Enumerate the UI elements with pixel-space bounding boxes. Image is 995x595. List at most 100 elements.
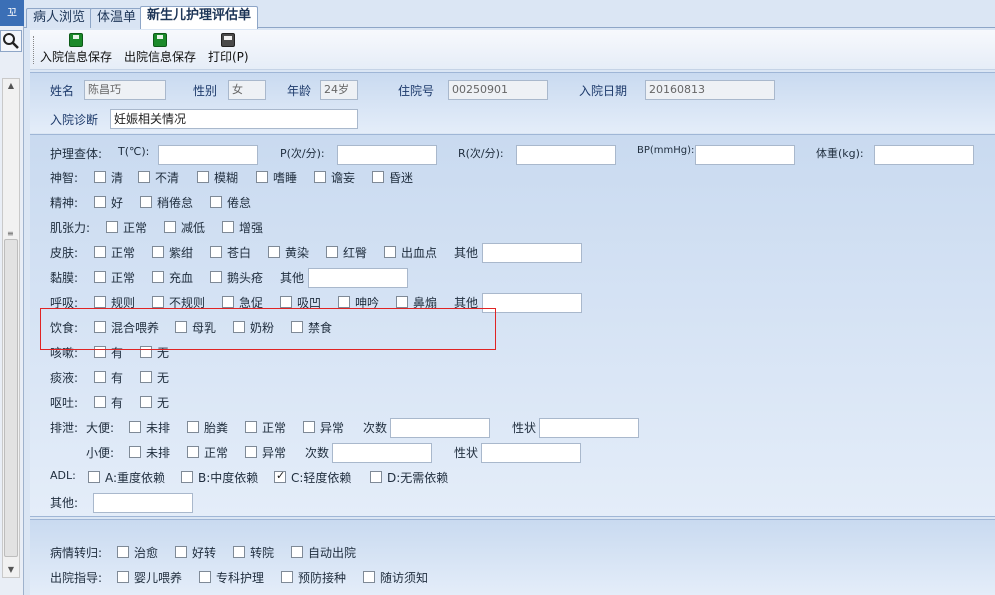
- muscle-increased-checkbox[interactable]: [222, 221, 234, 233]
- breathing-rapid-checkbox[interactable]: [222, 296, 234, 308]
- option-label: 增强: [239, 221, 264, 235]
- stool-abnormal-checkbox[interactable]: [303, 421, 315, 433]
- option-label: 正常: [111, 271, 136, 285]
- skin-pale-checkbox[interactable]: [210, 246, 222, 258]
- option-label: 预防接种: [298, 571, 347, 585]
- vomit-yes-checkbox[interactable]: [94, 396, 106, 408]
- urine-normal-checkbox[interactable]: [187, 446, 199, 458]
- scroll-up-arrow-icon[interactable]: ▲: [3, 79, 19, 93]
- age-field: 24岁: [320, 80, 358, 100]
- weight-input[interactable]: [874, 145, 974, 165]
- tab-patient-browse[interactable]: 病人浏览: [26, 8, 93, 28]
- skin-bleeding-checkbox[interactable]: [384, 246, 396, 258]
- option-label: 模糊: [214, 171, 239, 185]
- muscle-normal-checkbox[interactable]: [106, 221, 118, 233]
- discharge-save-button[interactable]: 出院信息保存: [124, 33, 196, 65]
- consciousness-drowsy-checkbox[interactable]: [256, 171, 268, 183]
- bp-input[interactable]: [695, 145, 795, 165]
- admit-save-button[interactable]: 入院信息保存: [40, 33, 112, 65]
- option-label: 好: [111, 196, 124, 210]
- sputum-yes-checkbox[interactable]: [94, 371, 106, 383]
- pin-icon[interactable]: 꼬: [0, 0, 24, 26]
- stool-not-passed-checkbox[interactable]: [129, 421, 141, 433]
- stool-meconium-checkbox[interactable]: [187, 421, 199, 433]
- guidance-label: 出院指导:: [50, 571, 103, 585]
- breathing-retraction-checkbox[interactable]: [280, 296, 292, 308]
- print-button[interactable]: 打印(P): [208, 33, 249, 65]
- urine-count-input[interactable]: [332, 443, 432, 463]
- option-label: B:中度依赖: [198, 471, 259, 485]
- muscle-reduced-checkbox[interactable]: [164, 221, 176, 233]
- outcome-transfer-checkbox[interactable]: [233, 546, 245, 558]
- consciousness-clear-checkbox[interactable]: [94, 171, 106, 183]
- skin-cyanosis-checkbox[interactable]: [152, 246, 164, 258]
- urine-abnormal-checkbox[interactable]: [245, 446, 257, 458]
- adl-a-checkbox[interactable]: [88, 471, 100, 483]
- consciousness-blurred-checkbox[interactable]: [197, 171, 209, 183]
- stool-normal-checkbox[interactable]: [245, 421, 257, 433]
- tab-newborn-assessment[interactable]: 新生儿护理评估单: [140, 6, 259, 29]
- option-label: 治愈: [134, 546, 159, 560]
- consciousness-delirium-checkbox[interactable]: [314, 171, 326, 183]
- stool-shape-input[interactable]: [539, 418, 639, 438]
- urine-shape-label: 性状: [454, 446, 479, 460]
- other-input[interactable]: [93, 493, 193, 513]
- guidance-vaccination-checkbox[interactable]: [281, 571, 293, 583]
- mucosa-congestion-checkbox[interactable]: [152, 271, 164, 283]
- option-label: 减低: [181, 221, 206, 235]
- option-label: C:轻度依赖: [291, 471, 352, 485]
- option-label: 未排: [146, 421, 171, 435]
- breathing-other-input[interactable]: [482, 293, 582, 313]
- stool-shape-label: 性状: [512, 421, 537, 435]
- adl-d-checkbox[interactable]: [370, 471, 382, 483]
- adl-b-checkbox[interactable]: [181, 471, 193, 483]
- sputum-no-checkbox[interactable]: [140, 371, 152, 383]
- skin-red-buttocks-checkbox[interactable]: [326, 246, 338, 258]
- adl-c-checkbox[interactable]: [274, 469, 286, 483]
- respiration-label: R(次/分):: [458, 147, 504, 160]
- urine-count-label: 次数: [305, 446, 330, 460]
- breathing-regular-checkbox[interactable]: [94, 296, 106, 308]
- pulse-input[interactable]: [337, 145, 437, 165]
- skin-other-input[interactable]: [482, 243, 582, 263]
- guidance-follow-up-checkbox[interactable]: [363, 571, 375, 583]
- toolbar: 入院信息保存 出院信息保存 打印(P): [30, 30, 995, 70]
- breathing-irregular-checkbox[interactable]: [152, 296, 164, 308]
- urine-shape-input[interactable]: [481, 443, 581, 463]
- respiration-input[interactable]: [516, 145, 616, 165]
- stool-count-input[interactable]: [390, 418, 490, 438]
- guidance-specialist-care-checkbox[interactable]: [199, 571, 211, 583]
- sex-field: 女: [228, 80, 266, 100]
- weight-label: 体重(kg):: [816, 147, 864, 160]
- mucosa-thrush-checkbox[interactable]: [210, 271, 222, 283]
- mucosa-other-input[interactable]: [308, 268, 408, 288]
- option-label: A:重度依赖: [105, 471, 166, 485]
- search-icon[interactable]: [0, 30, 22, 52]
- spirit-slightly-tired-checkbox[interactable]: [140, 196, 152, 208]
- diagnosis-field[interactable]: 妊娠相关情况: [110, 109, 358, 129]
- vomit-no-checkbox[interactable]: [140, 396, 152, 408]
- consciousness-unclear-checkbox[interactable]: [138, 171, 150, 183]
- scroll-thumb[interactable]: [4, 239, 18, 557]
- option-label: 鹅头疮: [227, 271, 264, 285]
- outcome-label: 病情转归:: [50, 546, 103, 560]
- outcome-self-discharge-checkbox[interactable]: [291, 546, 303, 558]
- option-label: 黄染: [285, 246, 310, 260]
- spirit-good-checkbox[interactable]: [94, 196, 106, 208]
- urine-not-passed-checkbox[interactable]: [129, 446, 141, 458]
- skin-normal-checkbox[interactable]: [94, 246, 106, 258]
- outcome-cured-checkbox[interactable]: [117, 546, 129, 558]
- guidance-infant-feeding-checkbox[interactable]: [117, 571, 129, 583]
- consciousness-coma-checkbox[interactable]: [372, 171, 384, 183]
- toolbar-grip: [33, 36, 34, 64]
- breathing-nasal-flaring-checkbox[interactable]: [396, 296, 408, 308]
- mucosa-normal-checkbox[interactable]: [94, 271, 106, 283]
- spirit-tired-checkbox[interactable]: [210, 196, 222, 208]
- breathing-groan-checkbox[interactable]: [338, 296, 350, 308]
- vertical-scrollbar[interactable]: ▲ ≡ ▼: [2, 78, 20, 578]
- scroll-down-arrow-icon[interactable]: ▼: [3, 563, 19, 577]
- tab-temperature-chart[interactable]: 体温单: [90, 8, 144, 28]
- outcome-improved-checkbox[interactable]: [175, 546, 187, 558]
- skin-jaundice-checkbox[interactable]: [268, 246, 280, 258]
- temperature-input[interactable]: [158, 145, 258, 165]
